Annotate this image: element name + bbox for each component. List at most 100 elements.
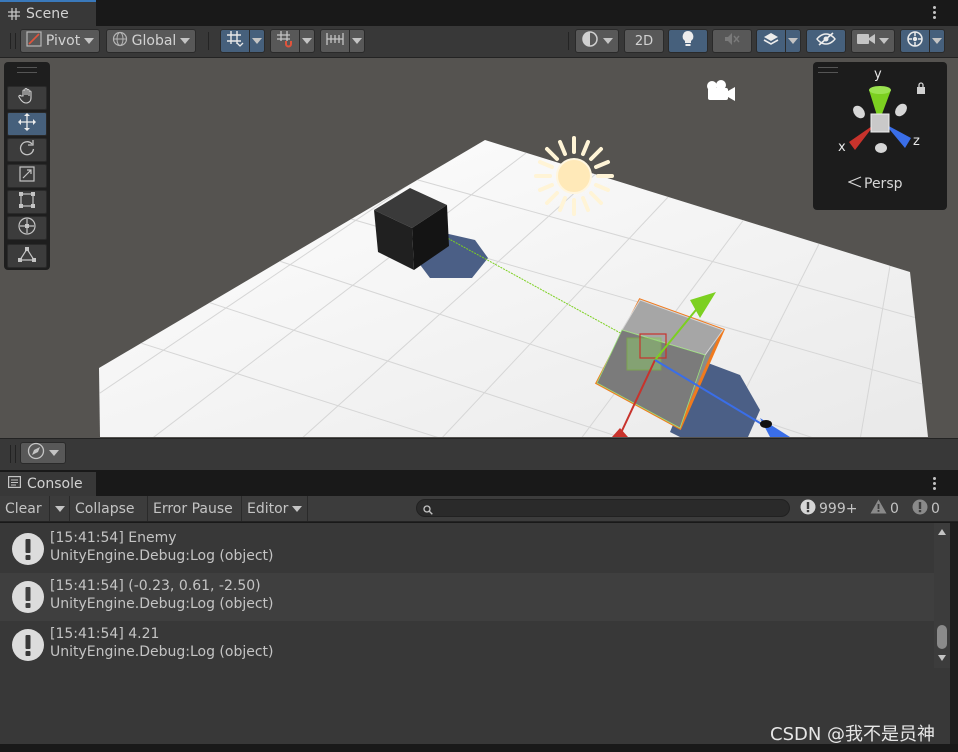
gizmos-toggle-button[interactable]	[900, 29, 930, 53]
audio-toggle-button[interactable]	[712, 29, 752, 53]
error-count-toggle[interactable]: 0	[912, 496, 940, 521]
log-source: UnityEngine.Debug:Log (object)	[50, 548, 274, 564]
console-tab[interactable]: Console	[0, 472, 96, 496]
chevron-down-icon	[252, 38, 262, 44]
ruler-dropdown[interactable]	[349, 29, 365, 53]
pivot-dropdown[interactable]: Pivot	[20, 29, 100, 53]
toggle-2d-label: 2D	[634, 33, 654, 49]
log-count-toggle[interactable]: 999+	[800, 496, 857, 521]
error-pause-toggle[interactable]: Error Pause	[148, 496, 242, 521]
toggle-2d-button[interactable]: 2D	[624, 29, 664, 53]
navigation-overlay-dropdown[interactable]	[20, 442, 66, 464]
scene-viewport[interactable]: y x z Persp	[0, 58, 958, 438]
info-log-icon	[11, 532, 45, 566]
info-log-icon	[800, 499, 816, 519]
chevron-down-icon	[932, 38, 942, 44]
console-menu-icon[interactable]	[932, 477, 936, 490]
hand-tool-button[interactable]	[7, 86, 47, 110]
chevron-down-icon	[302, 38, 312, 44]
camera-settings-dropdown[interactable]	[851, 29, 895, 53]
log-message: [15:41:54] Enemy	[50, 530, 177, 546]
scene-visibility-button[interactable]	[806, 29, 846, 53]
scene-menu-icon[interactable]	[932, 6, 936, 19]
pivot-label: Pivot	[45, 33, 81, 49]
transform-tool-button[interactable]	[7, 216, 47, 240]
rect-transform-icon	[18, 191, 36, 213]
rect-tool-button[interactable]	[7, 190, 47, 214]
magnet-grid-icon	[276, 30, 294, 52]
palette-grip-icon	[17, 67, 37, 73]
list-item[interactable]: [15:41:54] Enemy UnityEngine.Debug:Log (…	[0, 525, 934, 573]
scene-tab-bar: Scene	[0, 0, 958, 26]
clear-button[interactable]: Clear	[0, 496, 50, 521]
lighting-toggle-button[interactable]	[668, 29, 708, 53]
warning-count: 0	[890, 500, 899, 517]
scale-icon	[18, 165, 36, 187]
scale-tool-button[interactable]	[7, 164, 47, 188]
log-count: 999+	[819, 500, 858, 517]
custom-editor-tool-icon	[17, 245, 37, 267]
tools-palette	[4, 62, 50, 270]
scroll-down-icon[interactable]	[938, 655, 946, 661]
console-scrollbar[interactable]	[934, 523, 950, 668]
scrollbar-thumb[interactable]	[937, 625, 947, 649]
chevron-down-icon	[84, 38, 95, 44]
grid-snap-dropdown[interactable]	[249, 29, 265, 53]
error-pause-label: Error Pause	[153, 500, 233, 517]
orientation-gizmo[interactable]: y x z Persp	[813, 62, 947, 210]
log-source: UnityEngine.Debug:Log (object)	[50, 596, 274, 612]
chevron-down-icon	[788, 38, 798, 44]
list-item[interactable]: [15:41:54] (-0.23, 0.61, -2.50) UnityEng…	[0, 573, 934, 621]
collapse-toggle[interactable]: Collapse	[70, 496, 148, 521]
pivot-icon	[26, 31, 42, 51]
scene-tab[interactable]: Scene	[0, 0, 96, 26]
camera-object-icon[interactable]	[707, 80, 735, 101]
grid-snap-button[interactable]	[220, 29, 250, 53]
overlay-grip-icon	[10, 445, 16, 463]
global-dropdown[interactable]: Global	[106, 29, 196, 53]
info-log-icon	[11, 580, 45, 614]
toolbar-separator	[208, 32, 209, 50]
ground-plane[interactable]	[99, 140, 928, 437]
projection-toggle[interactable]: Persp	[847, 176, 903, 192]
chevron-down-icon	[352, 38, 362, 44]
editor-label: Editor	[247, 500, 289, 517]
move-tool-button[interactable]	[7, 112, 47, 136]
grid-snap-icon	[226, 30, 244, 52]
axis-gizmo-graphic	[849, 86, 911, 153]
editor-target-dropdown[interactable]: Editor	[242, 496, 308, 521]
collapse-label: Collapse	[75, 500, 135, 517]
transform-all-icon	[17, 216, 37, 240]
gizmos-dropdown[interactable]	[929, 29, 945, 53]
increment-snap-dropdown[interactable]	[299, 29, 315, 53]
effects-dropdown[interactable]	[785, 29, 801, 53]
effects-toggle-button[interactable]	[756, 29, 786, 53]
toolbar-separator	[568, 32, 569, 50]
clear-options-dropdown[interactable]	[50, 496, 70, 521]
audio-muted-icon	[724, 32, 740, 50]
chevron-down-icon	[180, 38, 191, 44]
console-toolbar: Clear Collapse Error Pause Editor 999+ 0…	[0, 496, 958, 522]
console-search-input[interactable]	[416, 499, 790, 517]
warning-count-toggle[interactable]: 0	[870, 496, 899, 521]
directional-light-icon[interactable]	[534, 136, 614, 216]
gizmo-axis-x-label: x	[838, 140, 846, 155]
error-count: 0	[931, 500, 940, 517]
log-source: UnityEngine.Debug:Log (object)	[50, 644, 274, 660]
draw-mode-dropdown[interactable]	[575, 29, 619, 53]
console-tab-bar: Console	[0, 472, 958, 496]
list-item[interactable]: [15:41:54] 4.21 UnityEngine.Debug:Log (o…	[0, 621, 934, 669]
custom-tool-button[interactable]	[7, 244, 47, 268]
rotate-tool-button[interactable]	[7, 138, 47, 162]
scene-toolbar: Pivot Global 2D	[0, 26, 958, 58]
scroll-up-icon[interactable]	[938, 529, 946, 535]
globe-icon	[112, 31, 128, 51]
window-edge	[950, 523, 958, 744]
chevron-down-icon	[292, 505, 303, 512]
chevron-down-icon	[49, 450, 59, 456]
rotate-icon	[18, 139, 36, 161]
ruler-button[interactable]	[320, 29, 350, 53]
chevron-down-icon	[603, 38, 613, 44]
move-arrows-icon	[17, 112, 37, 136]
increment-snap-button[interactable]	[270, 29, 300, 53]
